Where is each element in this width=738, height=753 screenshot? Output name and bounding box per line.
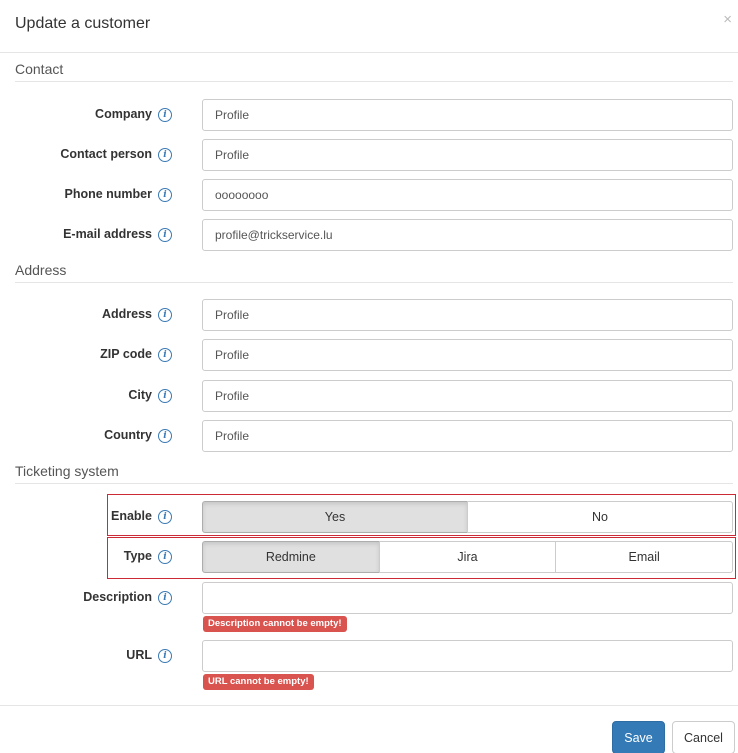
info-circle-icon[interactable]: i [158, 148, 172, 162]
url-input[interactable] [202, 640, 733, 672]
city-input[interactable] [202, 380, 733, 412]
type-label: Type [123, 549, 152, 563]
enable-toggle-group: Yes No [202, 501, 733, 533]
zip-label: ZIP code [100, 347, 152, 361]
url-error-badge: URL cannot be empty! [203, 674, 314, 690]
contact-person-input[interactable] [202, 139, 733, 171]
cancel-button[interactable]: Cancel [672, 721, 735, 753]
info-circle-icon[interactable]: i [158, 550, 172, 564]
company-label: Company [95, 107, 152, 121]
modal-header: Update a customer × [0, 0, 738, 53]
address-row: Address i [0, 299, 738, 331]
contact-person-row: Contact person i [0, 139, 738, 171]
type-toggle-group: Redmine Jira Email [202, 541, 734, 573]
info-circle-icon[interactable]: i [158, 188, 172, 202]
company-row: Company i [0, 99, 738, 131]
info-circle-icon[interactable]: i [158, 228, 172, 242]
city-label: City [128, 388, 152, 402]
close-icon[interactable]: × [723, 12, 732, 27]
country-label: Country [104, 428, 152, 442]
type-row: Type i Redmine Jira Email [0, 541, 738, 573]
info-circle-icon[interactable]: i [158, 348, 172, 362]
section-title-address: Address [15, 262, 733, 283]
type-redmine-button[interactable]: Redmine [202, 541, 380, 573]
update-customer-modal: Update a customer × Contact Company i Co… [0, 0, 738, 753]
info-circle-icon[interactable]: i [158, 389, 172, 403]
enable-row: Enable i Yes No [0, 501, 738, 533]
address-input[interactable] [202, 299, 733, 331]
address-label: Address [101, 307, 152, 321]
city-row: City i [0, 380, 738, 412]
description-row: Description i [0, 582, 738, 614]
enable-no-button[interactable]: No [467, 501, 733, 533]
description-error-badge: Description cannot be empty! [203, 616, 347, 632]
phone-input[interactable] [202, 179, 733, 211]
url-row: URL i [0, 640, 738, 672]
description-label: Description [83, 590, 152, 604]
enable-yes-button[interactable]: Yes [202, 501, 468, 533]
type-jira-button[interactable]: Jira [378, 541, 557, 573]
email-label: E-mail address [63, 227, 152, 241]
url-label: URL [126, 648, 152, 662]
info-circle-icon[interactable]: i [158, 591, 172, 605]
info-circle-icon[interactable]: i [158, 649, 172, 663]
email-row: E-mail address i [0, 219, 738, 251]
type-email-button[interactable]: Email [555, 541, 734, 573]
section-title-ticketing: Ticketing system [15, 463, 733, 484]
zip-input[interactable] [202, 339, 733, 371]
description-input[interactable] [202, 582, 733, 614]
section-title-contact: Contact [15, 61, 733, 82]
modal-footer: Save Cancel [0, 705, 738, 753]
country-row: Country i [0, 420, 738, 452]
phone-row: Phone number i [0, 179, 738, 211]
info-circle-icon[interactable]: i [158, 510, 172, 524]
save-button[interactable]: Save [612, 721, 665, 753]
info-circle-icon[interactable]: i [158, 429, 172, 443]
info-circle-icon[interactable]: i [158, 308, 172, 322]
info-circle-icon[interactable]: i [158, 108, 172, 122]
company-input[interactable] [202, 99, 733, 131]
email-input[interactable] [202, 219, 733, 251]
zip-row: ZIP code i [0, 339, 738, 371]
enable-label: Enable [111, 509, 152, 523]
modal-title: Update a customer [15, 15, 151, 32]
phone-label: Phone number [64, 187, 152, 201]
contact-person-label: Contact person [60, 147, 152, 161]
country-input[interactable] [202, 420, 733, 452]
